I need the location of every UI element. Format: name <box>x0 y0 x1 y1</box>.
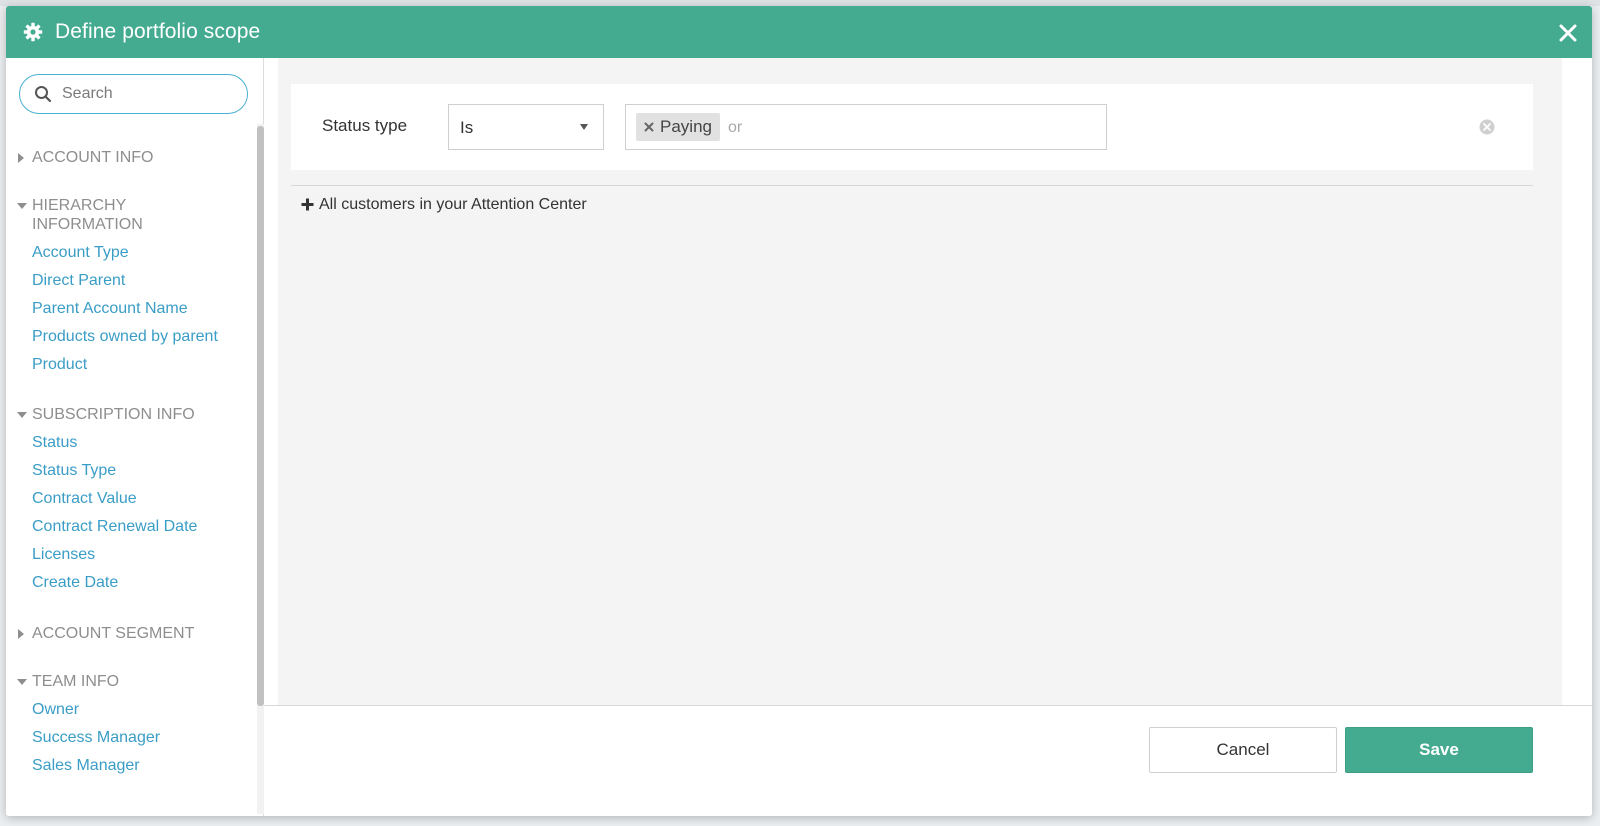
close-icon[interactable] <box>1558 23 1578 43</box>
or-placeholder: or <box>728 119 743 136</box>
sidebar-scroll-area: ACCOUNT INFO HIERARCHY INFORMATION Accou… <box>6 58 258 816</box>
search-box[interactable] <box>19 74 248 114</box>
caret-down-icon <box>17 203 27 209</box>
group-label: SUBSCRIPTION INFO <box>32 406 195 423</box>
group-label: ACCOUNT INFO <box>32 149 154 166</box>
chevron-down-icon <box>580 124 588 130</box>
field-item-create-date[interactable]: Create Date <box>32 574 118 592</box>
portfolio-scope-modal: Define portfolio scope ACCOUNT INFO H <box>6 6 1592 816</box>
group-label: HIERARCHY INFORMATION <box>32 197 143 233</box>
divider <box>291 185 1533 186</box>
field-item-owner[interactable]: Owner <box>32 701 79 719</box>
modal-header: Define portfolio scope <box>6 6 1592 58</box>
tag-remove-icon[interactable] <box>644 122 654 132</box>
caret-right-icon <box>18 629 24 639</box>
field-item-contract-value[interactable]: Contract Value <box>32 490 137 508</box>
modal-title: Define portfolio scope <box>55 20 261 43</box>
value-tag: Paying <box>636 113 720 141</box>
rules-canvas: Status type Is Paying or All customers i… <box>278 58 1562 705</box>
field-item-products-owned-by-parent[interactable]: Products owned by parent <box>32 328 218 346</box>
field-item-account-type[interactable]: Account Type <box>32 244 129 262</box>
group-label: TEAM INFO <box>32 673 120 690</box>
search-icon <box>35 86 52 103</box>
caret-down-icon <box>17 412 27 418</box>
field-item-status[interactable]: Status <box>32 434 77 452</box>
values-input[interactable]: Paying or <box>625 104 1107 150</box>
cancel-button[interactable]: Cancel <box>1149 727 1337 773</box>
plus-icon <box>301 198 314 211</box>
search-input[interactable] <box>62 82 237 106</box>
field-item-contract-renewal-date[interactable]: Contract Renewal Date <box>32 518 197 536</box>
field-item-status-type[interactable]: Status Type <box>32 462 116 480</box>
rule-row: Status type Is Paying or <box>291 84 1533 170</box>
sidebar-scrollbar-thumb[interactable] <box>257 126 264 706</box>
remove-rule-icon[interactable] <box>1479 119 1495 135</box>
field-item-parent-account-name[interactable]: Parent Account Name <box>32 300 188 318</box>
field-item-direct-parent[interactable]: Direct Parent <box>32 272 125 290</box>
save-button[interactable]: Save <box>1345 727 1533 773</box>
value-tag-label: Paying <box>660 117 712 136</box>
modal-footer: Cancel Save <box>264 705 1592 816</box>
field-item-sales-manager[interactable]: Sales Manager <box>32 757 140 775</box>
field-item-licenses[interactable]: Licenses <box>32 546 95 564</box>
gear-icon <box>23 22 43 42</box>
group-label: ACCOUNT SEGMENT <box>32 625 195 642</box>
operator-select[interactable]: Is <box>448 104 604 150</box>
field-item-product[interactable]: Product <box>32 356 87 374</box>
field-sidebar: ACCOUNT INFO HIERARCHY INFORMATION Accou… <box>6 58 264 816</box>
field-item-success-manager[interactable]: Success Manager <box>32 729 160 747</box>
add-rule-label: All customers in your Attention Center <box>319 196 587 213</box>
caret-down-icon <box>17 679 27 685</box>
rules-panel: Status type Is Paying or All customers i… <box>264 58 1592 705</box>
operator-value: Is <box>460 118 474 137</box>
rule-field-label: Status type <box>322 116 408 135</box>
caret-right-icon <box>18 153 24 163</box>
